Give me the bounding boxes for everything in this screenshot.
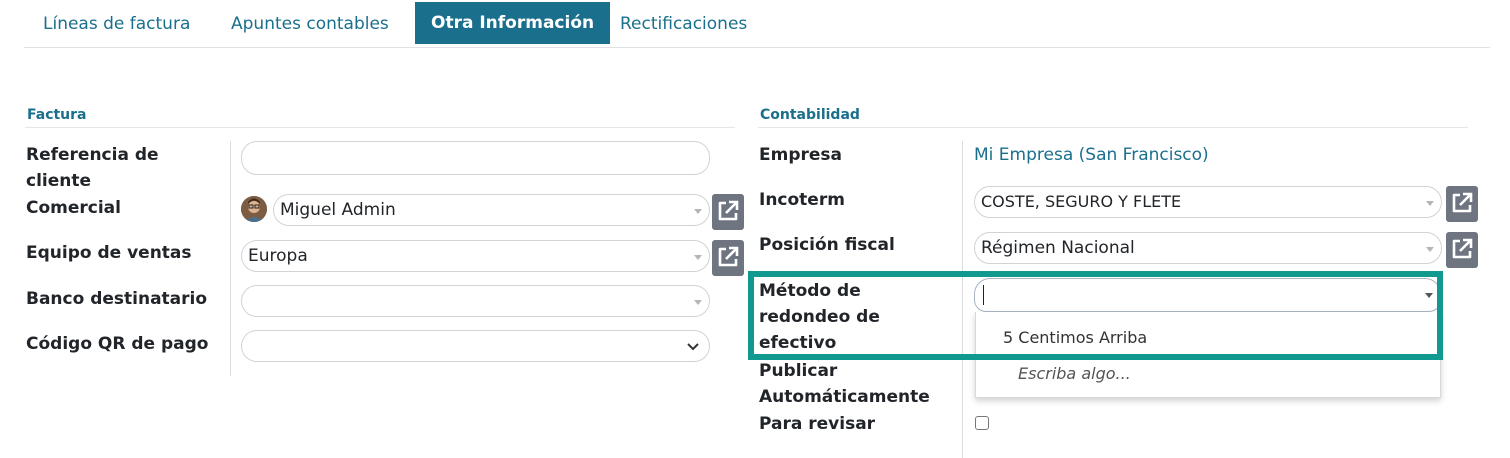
comercial-open-button[interactable] xyxy=(712,194,744,230)
section-title-contabilidad: Contabilidad xyxy=(760,107,860,123)
codigo-qr-select[interactable] xyxy=(241,330,710,362)
notebook-tabs: Líneas de factura Apuntes contables Otra… xyxy=(24,0,1490,48)
posicion-fiscal-value: Régimen Nacional xyxy=(981,238,1135,258)
tab-lineas-factura[interactable]: Líneas de factura xyxy=(25,2,208,44)
tab-apuntes-contables[interactable]: Apuntes contables xyxy=(213,2,407,44)
label-banco-destinatario: Banco destinatario xyxy=(26,289,208,309)
label-para-revisar: Para revisar xyxy=(759,414,876,434)
referencia-cliente-input[interactable] xyxy=(241,141,710,175)
section-divider xyxy=(25,127,735,128)
tab-rectificaciones[interactable]: Rectificaciones xyxy=(602,2,765,44)
label-incoterm: Incoterm xyxy=(759,190,845,210)
equipo-ventas-value: Europa xyxy=(248,246,308,266)
external-link-icon xyxy=(1452,238,1473,259)
chevron-down-icon xyxy=(694,255,702,260)
comercial-value: Miguel Admin xyxy=(280,200,396,220)
external-link-icon xyxy=(718,246,739,267)
posicion-fiscal-open-button[interactable] xyxy=(1446,232,1478,268)
chevron-down-icon xyxy=(687,343,699,351)
dropdown-hint: Escriba algo... xyxy=(1018,364,1131,383)
user-avatar xyxy=(241,196,267,222)
label-comercial: Comercial xyxy=(26,198,121,218)
label-publicar-auto: Publicar Automáticamente xyxy=(759,361,930,407)
label-divider xyxy=(230,141,231,376)
incoterm-value: COSTE, SEGURO Y FLETE xyxy=(981,192,1182,211)
tab-otra-informacion[interactable]: Otra Información xyxy=(415,2,611,44)
chevron-down-icon xyxy=(694,300,702,305)
incoterm-select[interactable]: COSTE, SEGURO Y FLETE xyxy=(974,186,1442,218)
label-posicion-fiscal: Posición fiscal xyxy=(759,235,895,255)
banco-destinatario-select[interactable] xyxy=(241,285,710,317)
label-empresa: Empresa xyxy=(759,145,842,165)
empresa-link[interactable]: Mi Empresa (San Francisco) xyxy=(974,145,1209,165)
para-revisar-checkbox[interactable] xyxy=(975,416,989,430)
incoterm-open-button[interactable] xyxy=(1446,186,1478,222)
external-link-icon xyxy=(718,200,739,221)
label-referencia-cliente: Referencia de cliente xyxy=(26,145,159,191)
section-title-factura: Factura xyxy=(27,107,87,123)
posicion-fiscal-select[interactable]: Régimen Nacional xyxy=(974,232,1442,264)
label-codigo-qr: Código QR de pago xyxy=(26,334,209,354)
chevron-down-icon xyxy=(694,209,702,214)
equipo-ventas-open-button[interactable] xyxy=(712,240,744,276)
external-link-icon xyxy=(1452,192,1473,213)
comercial-select[interactable]: Miguel Admin xyxy=(273,194,710,226)
chevron-down-icon xyxy=(1426,201,1434,206)
section-divider xyxy=(758,127,1468,128)
chevron-down-icon xyxy=(1426,247,1434,252)
label-equipo-ventas: Equipo de ventas xyxy=(26,243,192,263)
highlight-box xyxy=(748,271,1443,360)
equipo-ventas-select[interactable]: Europa xyxy=(241,240,710,272)
